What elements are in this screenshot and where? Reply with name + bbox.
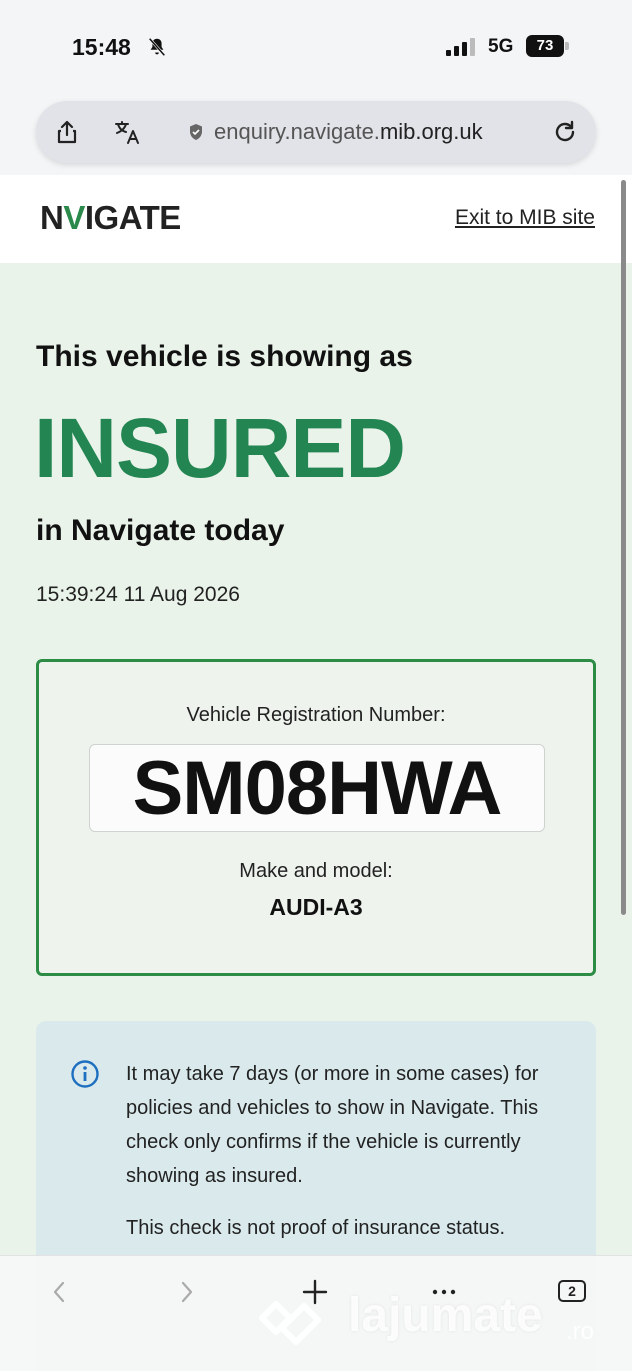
registration-plate: SM08HWA [89,744,545,832]
tabs-button[interactable]: 2 [558,1280,586,1302]
watermark-text: lajumate [348,1289,543,1342]
bell-slash-icon [148,37,166,57]
insurance-status: INSURED [34,401,406,495]
back-icon[interactable] [46,1278,74,1306]
url-text[interactable]: enquiry.navigate.mib.org.uk [214,119,483,145]
browser-chrome: 15:48 5G 73 enquiry.navigate.mib.org.uk [0,0,632,175]
info-text: It may take 7 days (or more in some case… [126,1063,539,1187]
make-value: AUDI-A3 [269,894,363,920]
info-icon [71,1060,99,1088]
result-lead: This vehicle is showing as [36,340,413,373]
network-label: 5G [488,36,514,57]
battery-tip [565,42,569,50]
vehicle-card: Vehicle Registration Number: SM08HWA Mak… [36,659,596,976]
address-bar[interactable]: enquiry.navigate.mib.org.uk [36,101,596,163]
scrollbar[interactable] [621,180,626,915]
forward-icon[interactable] [172,1278,200,1306]
watermark-suffix: .ro [566,1318,595,1345]
site-header: NVIGATE Exit to MIB site [0,175,632,263]
shield-icon [190,124,202,140]
make-label: Make and model: [239,860,393,882]
navigate-logo[interactable]: NVIGATE [40,199,181,237]
translate-icon[interactable] [114,119,142,145]
result-sub: in Navigate today [36,514,285,547]
battery-icon: 73 [526,35,570,57]
reg-label: Vehicle Registration Number: [186,704,446,726]
reload-icon[interactable] [552,119,578,145]
check-timestamp: 15:39:24 11 Aug 2026 [36,583,240,606]
status-bar: 15:48 5G 73 [0,0,632,95]
exit-link[interactable]: Exit to MIB site [455,206,595,230]
info-text-proof: This check is not proof of insurance sta… [126,1217,506,1239]
status-time: 15:48 [72,34,131,60]
battery-level: 73 [526,35,564,57]
watermark-logo-icon [259,1301,321,1345]
signal-icon [446,38,475,56]
share-icon[interactable] [54,119,80,145]
